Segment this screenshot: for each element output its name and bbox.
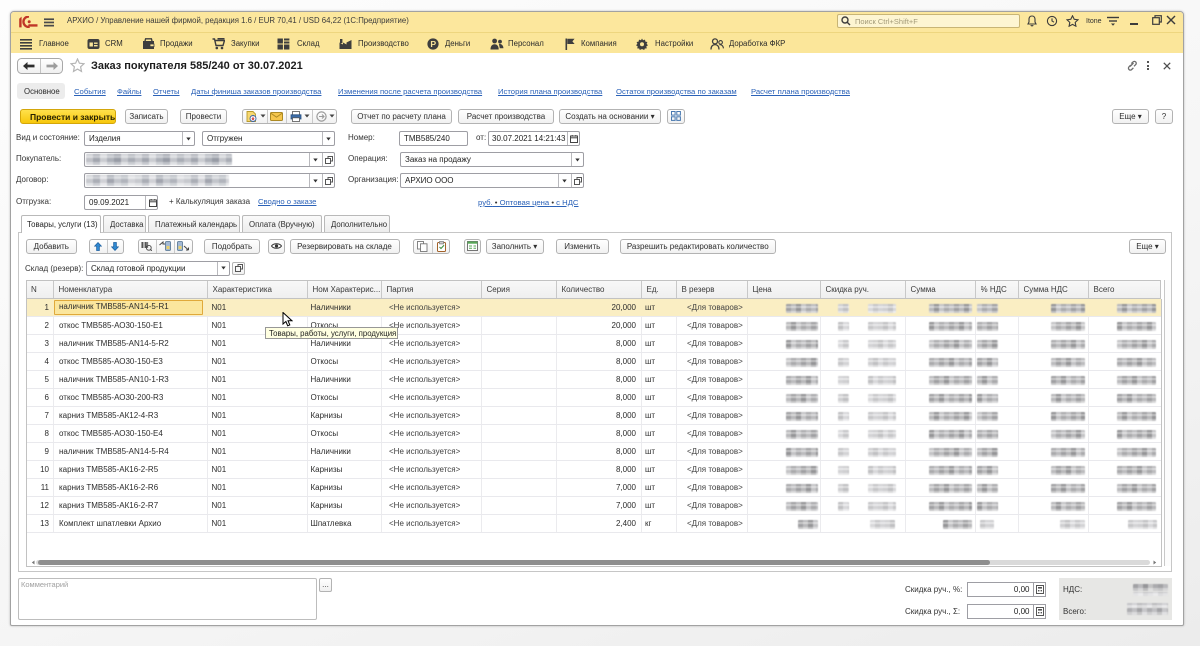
svg-text:P: P: [430, 39, 436, 49]
